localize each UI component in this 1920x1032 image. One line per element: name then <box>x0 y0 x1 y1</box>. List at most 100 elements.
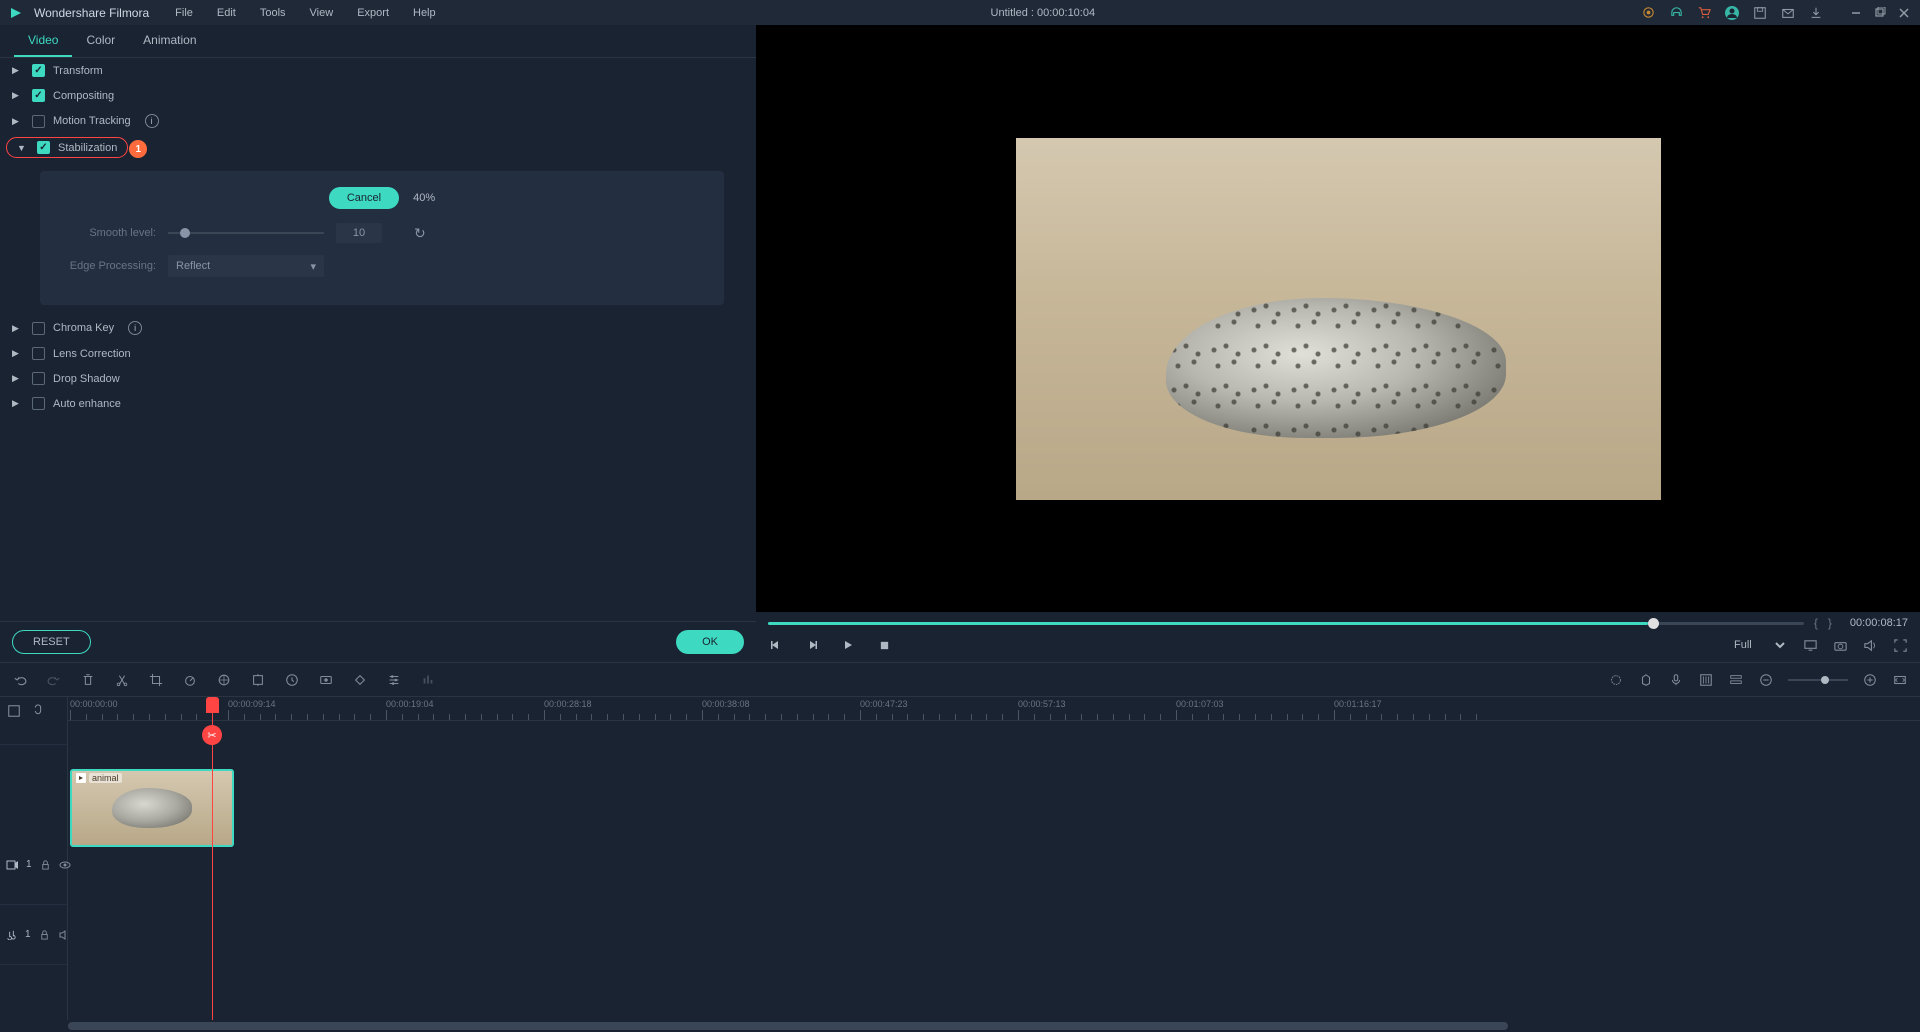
prop-auto-enhance[interactable]: ▶ Auto enhance <box>0 391 756 416</box>
tab-animation[interactable]: Animation <box>129 25 210 57</box>
zoom-slider-thumb[interactable] <box>1821 676 1829 684</box>
playhead-cut-icon[interactable]: ✂ <box>202 725 222 745</box>
speed-icon[interactable] <box>182 672 198 688</box>
snapshot-icon[interactable] <box>1832 637 1848 653</box>
expand-arrow-icon[interactable]: ▶ <box>12 398 24 409</box>
mark-out-icon[interactable]: } <box>1828 616 1832 630</box>
voiceover-icon[interactable] <box>1668 672 1684 688</box>
prop-stabilization[interactable]: ▼ Stabilization 1 <box>6 137 128 158</box>
tab-video[interactable]: Video <box>14 25 72 57</box>
reset-button[interactable]: RESET <box>12 630 91 654</box>
snap-icon[interactable] <box>30 703 46 719</box>
prop-drop-shadow[interactable]: ▶ Drop Shadow <box>0 366 756 391</box>
prop-compositing[interactable]: ▶ Compositing <box>0 83 756 108</box>
ok-button[interactable]: OK <box>676 630 744 654</box>
step-forward-button[interactable] <box>804 637 820 653</box>
crop-icon[interactable] <box>148 672 164 688</box>
clock-icon[interactable] <box>284 672 300 688</box>
color-icon[interactable] <box>216 672 232 688</box>
headset-icon[interactable] <box>1668 5 1684 21</box>
checkbox-stabilization[interactable] <box>37 141 50 154</box>
checkbox-motion-tracking[interactable] <box>32 115 45 128</box>
help-icon[interactable]: i <box>145 114 159 128</box>
checkbox-drop-shadow[interactable] <box>32 372 45 385</box>
marker-icon[interactable] <box>1638 672 1654 688</box>
play-button[interactable] <box>840 637 856 653</box>
prop-lens-correction[interactable]: ▶ Lens Correction <box>0 341 756 366</box>
prop-motion-tracking[interactable]: ▶ Motion Tracking i <box>0 108 756 134</box>
record-icon[interactable] <box>318 672 334 688</box>
maximize-button[interactable] <box>1872 5 1888 21</box>
checkbox-chroma-key[interactable] <box>32 322 45 335</box>
preview-viewport[interactable] <box>756 25 1920 612</box>
video-track[interactable]: animal <box>68 769 1920 849</box>
menu-edit[interactable]: Edit <box>207 3 246 23</box>
checkbox-lens-correction[interactable] <box>32 347 45 360</box>
cancel-button[interactable]: Cancel <box>329 187 399 209</box>
manage-tracks-icon[interactable] <box>1728 672 1744 688</box>
zoom-out-icon[interactable] <box>1758 672 1774 688</box>
timeline-ruler[interactable]: 00:00:00:0000:00:09:1400:00:19:0400:00:2… <box>68 697 1920 721</box>
split-icon[interactable] <box>114 672 130 688</box>
menu-file[interactable]: File <box>165 3 203 23</box>
undo-icon[interactable] <box>12 672 28 688</box>
close-button[interactable] <box>1896 5 1912 21</box>
timeline-scrollbar[interactable] <box>0 1020 1920 1032</box>
playhead-handle[interactable] <box>206 697 219 713</box>
volume-icon[interactable] <box>1862 637 1878 653</box>
expand-arrow-icon[interactable]: ▶ <box>12 116 24 127</box>
tab-color[interactable]: Color <box>72 25 129 57</box>
prop-chroma-key[interactable]: ▶ Chroma Key i <box>0 315 756 341</box>
stop-button[interactable] <box>876 637 892 653</box>
edge-processing-dropdown[interactable]: Reflect ▾ <box>168 255 324 277</box>
slider-thumb[interactable] <box>180 228 190 238</box>
help-icon[interactable]: i <box>128 321 142 335</box>
expand-arrow-icon[interactable]: ▶ <box>12 65 24 76</box>
scrollbar-thumb[interactable] <box>68 1022 1508 1030</box>
lock-icon[interactable] <box>39 927 50 943</box>
zoom-in-icon[interactable] <box>1862 672 1878 688</box>
redo-icon[interactable] <box>46 672 62 688</box>
fullscreen-icon[interactable] <box>1892 637 1908 653</box>
expand-arrow-icon[interactable]: ▶ <box>12 348 24 359</box>
track-menu-icon[interactable] <box>6 703 22 719</box>
save-icon[interactable] <box>1752 5 1768 21</box>
expand-arrow-icon[interactable]: ▶ <box>12 323 24 334</box>
adjust-icon[interactable] <box>386 672 402 688</box>
preview-zoom-select[interactable]: Full <box>1724 636 1788 654</box>
menu-export[interactable]: Export <box>347 3 399 23</box>
mail-icon[interactable] <box>1780 5 1796 21</box>
prop-transform[interactable]: ▶ Transform <box>0 58 756 83</box>
checkbox-transform[interactable] <box>32 64 45 77</box>
display-icon[interactable] <box>1802 637 1818 653</box>
video-clip[interactable]: animal <box>70 769 234 847</box>
step-back-button[interactable] <box>768 637 784 653</box>
expand-arrow-icon[interactable]: ▶ <box>12 373 24 384</box>
menu-tools[interactable]: Tools <box>250 3 296 23</box>
greenscreen-icon[interactable] <box>250 672 266 688</box>
scrubber-thumb[interactable] <box>1648 618 1659 629</box>
mixer-icon[interactable] <box>1698 672 1714 688</box>
render-icon[interactable] <box>1608 672 1624 688</box>
audio-mixer-icon[interactable] <box>420 672 436 688</box>
zoom-fit-icon[interactable] <box>1892 672 1908 688</box>
minimize-button[interactable] <box>1848 5 1864 21</box>
checkbox-compositing[interactable] <box>32 89 45 102</box>
preview-scrubber[interactable] <box>768 622 1804 625</box>
account-icon[interactable] <box>1724 5 1740 21</box>
expand-arrow-icon[interactable]: ▶ <box>12 90 24 101</box>
upgrade-icon[interactable] <box>1640 5 1656 21</box>
smooth-level-slider[interactable] <box>168 232 324 234</box>
audio-track[interactable] <box>68 849 1920 909</box>
playhead[interactable]: ✂ <box>212 697 213 1020</box>
mark-in-icon[interactable]: { <box>1814 616 1818 630</box>
cart-icon[interactable] <box>1696 5 1712 21</box>
menu-view[interactable]: View <box>300 3 344 23</box>
checkbox-auto-enhance[interactable] <box>32 397 45 410</box>
delete-icon[interactable] <box>80 672 96 688</box>
collapse-arrow-icon[interactable]: ▼ <box>17 143 29 153</box>
reset-icon[interactable]: ↻ <box>414 225 426 242</box>
smooth-level-value[interactable] <box>336 223 382 243</box>
lock-icon[interactable] <box>40 857 51 873</box>
menu-help[interactable]: Help <box>403 3 446 23</box>
